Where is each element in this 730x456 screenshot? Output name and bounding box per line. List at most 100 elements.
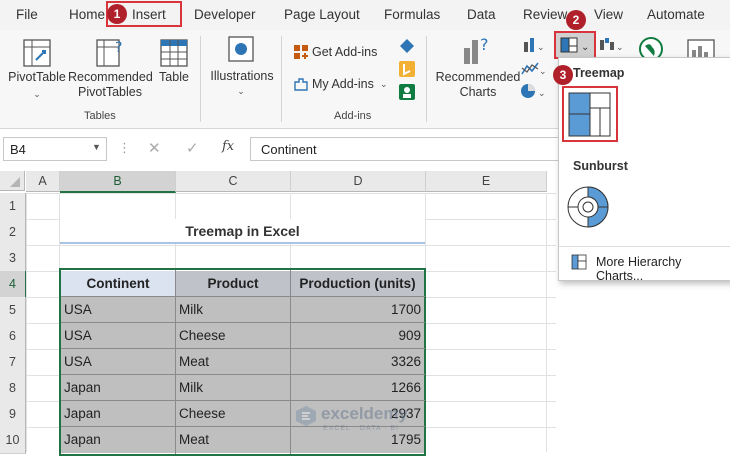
row-header-1[interactable]: 1 — [0, 193, 26, 220]
recommended-charts-label-1[interactable]: Recommended — [434, 70, 522, 85]
ribbon-separator — [200, 36, 201, 122]
row-header-8[interactable]: 8 — [0, 375, 26, 402]
row-header-9[interactable]: 9 — [0, 401, 26, 428]
row-header-4[interactable]: 4 — [0, 271, 27, 298]
get-addins-button[interactable]: Get Add-ins — [312, 45, 377, 60]
tab-developer[interactable]: Developer — [194, 7, 256, 22]
table-button[interactable]: Table — [154, 70, 194, 85]
more-hierarchy-charts-link[interactable]: More Hierarchy Charts... — [596, 255, 730, 283]
cell-continent[interactable]: Japan — [61, 375, 175, 401]
svg-text:⌄: ⌄ — [616, 42, 624, 52]
header-product[interactable]: Product — [176, 271, 290, 297]
tab-home[interactable]: Home — [69, 7, 105, 22]
name-box-value: B4 — [10, 142, 26, 157]
column-header-c[interactable]: C — [176, 171, 291, 192]
row-header-6[interactable]: 6 — [0, 323, 26, 350]
cell-continent[interactable]: USA — [61, 349, 175, 375]
recommended-pivot-icon: ? — [95, 38, 125, 71]
cancel-icon[interactable]: ✕ — [148, 139, 161, 157]
step-badge-1: 1 — [107, 4, 127, 24]
tab-file[interactable]: File — [16, 7, 38, 22]
watermark-tagline: EXCEL · DATA · BI — [323, 425, 399, 432]
watermark-brand: exceldemy — [321, 404, 408, 423]
cell-product[interactable]: Cheese — [176, 323, 290, 349]
column-header-b[interactable]: B — [60, 171, 176, 193]
tab-formulas[interactable]: Formulas — [384, 7, 440, 22]
name-box[interactable]: B4 ▼ — [3, 137, 107, 161]
tab-automate[interactable]: Automate — [647, 7, 705, 22]
watermark: exceldemy EXCEL · DATA · BI — [295, 401, 445, 441]
sheet-title[interactable]: Treemap in Excel — [60, 219, 425, 243]
pivot-table-chevron-icon[interactable]: ⌄ — [30, 87, 44, 102]
cell-product[interactable]: Cheese — [176, 401, 290, 427]
cell-production[interactable]: 909 — [291, 323, 424, 349]
illustrations-button[interactable]: Illustrations — [206, 69, 278, 84]
sunburst-section-title: Sunburst — [573, 159, 628, 173]
sunburst-option[interactable] — [564, 183, 612, 231]
column-header-d[interactable]: D — [291, 171, 426, 192]
my-addins-icon — [293, 76, 309, 95]
insert-function-icon[interactable]: fx — [222, 139, 234, 154]
cell-product[interactable]: Milk — [176, 375, 290, 401]
step-badge-2: 2 — [566, 10, 586, 30]
row-header-5[interactable]: 5 — [0, 297, 26, 324]
svg-text:⌄: ⌄ — [538, 88, 546, 98]
svg-text:?: ? — [480, 35, 489, 54]
formula-content: Continent — [261, 142, 317, 157]
cell-production[interactable]: 3326 — [291, 349, 424, 375]
bing-maps-icon[interactable] — [399, 61, 415, 80]
cell-continent[interactable]: USA — [61, 297, 175, 323]
cell-production[interactable]: 1266 — [291, 375, 424, 401]
header-continent[interactable]: Continent — [61, 271, 175, 297]
tab-page-layout[interactable]: Page Layout — [284, 7, 360, 22]
ribbon-separator — [281, 36, 282, 122]
more-hierarchy-charts-icon — [571, 254, 587, 273]
row-header-2[interactable]: 2 — [0, 219, 26, 246]
name-box-chevron-icon[interactable]: ▼ — [92, 142, 101, 152]
svg-text:⌄: ⌄ — [537, 42, 545, 52]
illustrations-chevron-icon[interactable]: ⌄ — [234, 84, 248, 99]
recommended-pivot-label-2[interactable]: PivotTables — [68, 85, 152, 100]
formula-bar-grip-icon: ⋮ — [118, 140, 131, 155]
enter-icon[interactable]: ✓ — [186, 139, 199, 157]
row-header-3[interactable]: 3 — [0, 245, 26, 272]
recommended-charts-icon: ? — [460, 34, 494, 69]
cell-product[interactable]: Milk — [176, 297, 290, 323]
tab-review[interactable]: Review — [523, 7, 567, 22]
pie-chart-icon[interactable]: ⌄ — [520, 82, 546, 103]
treemap-section-title: Treemap — [573, 66, 625, 80]
my-addins-chevron-icon[interactable]: ⌄ — [380, 77, 388, 92]
svg-text:?: ? — [115, 40, 122, 56]
cell-continent[interactable]: USA — [61, 323, 175, 349]
column-chart-icon[interactable]: ⌄ — [522, 36, 546, 57]
title-underline — [60, 242, 425, 244]
tab-data[interactable]: Data — [467, 7, 496, 22]
formula-input[interactable]: Continent — [250, 137, 560, 161]
get-addins-icon — [293, 44, 309, 63]
tab-view[interactable]: View — [594, 7, 623, 22]
select-all-corner[interactable] — [0, 171, 25, 191]
addins-group-label: Add-ins — [334, 110, 372, 122]
menu-bar: File Home Insert Developer Page Layout F… — [0, 0, 730, 30]
cell-continent[interactable]: Japan — [61, 401, 175, 427]
recommended-pivot-label-1[interactable]: Recommended — [68, 70, 153, 85]
people-graph-icon[interactable] — [399, 84, 415, 103]
visio-icon[interactable] — [399, 38, 415, 57]
cell-production[interactable]: 1700 — [291, 297, 424, 323]
header-production[interactable]: Production (units) — [291, 271, 424, 297]
cell-product[interactable]: Meat — [176, 349, 290, 375]
cell-continent[interactable]: Japan — [61, 427, 175, 453]
row-header-10[interactable]: 10 — [0, 427, 26, 454]
column-header-e[interactable]: E — [426, 171, 547, 192]
pivot-table-button[interactable]: PivotTable — [6, 70, 68, 85]
pivot-table-icon — [22, 38, 52, 71]
column-header-a[interactable]: A — [26, 171, 60, 192]
cell-product[interactable]: Meat — [176, 427, 290, 453]
illustrations-icon — [226, 34, 256, 67]
row-header-7[interactable]: 7 — [0, 349, 26, 376]
waterfall-chart-icon[interactable]: ⌄ — [598, 36, 626, 57]
line-chart-icon[interactable]: ⌄ — [520, 60, 547, 81]
my-addins-button[interactable]: My Add-ins — [312, 77, 374, 92]
recommended-charts-label-2[interactable]: Charts — [434, 85, 522, 100]
treemap-highlight — [562, 86, 618, 142]
